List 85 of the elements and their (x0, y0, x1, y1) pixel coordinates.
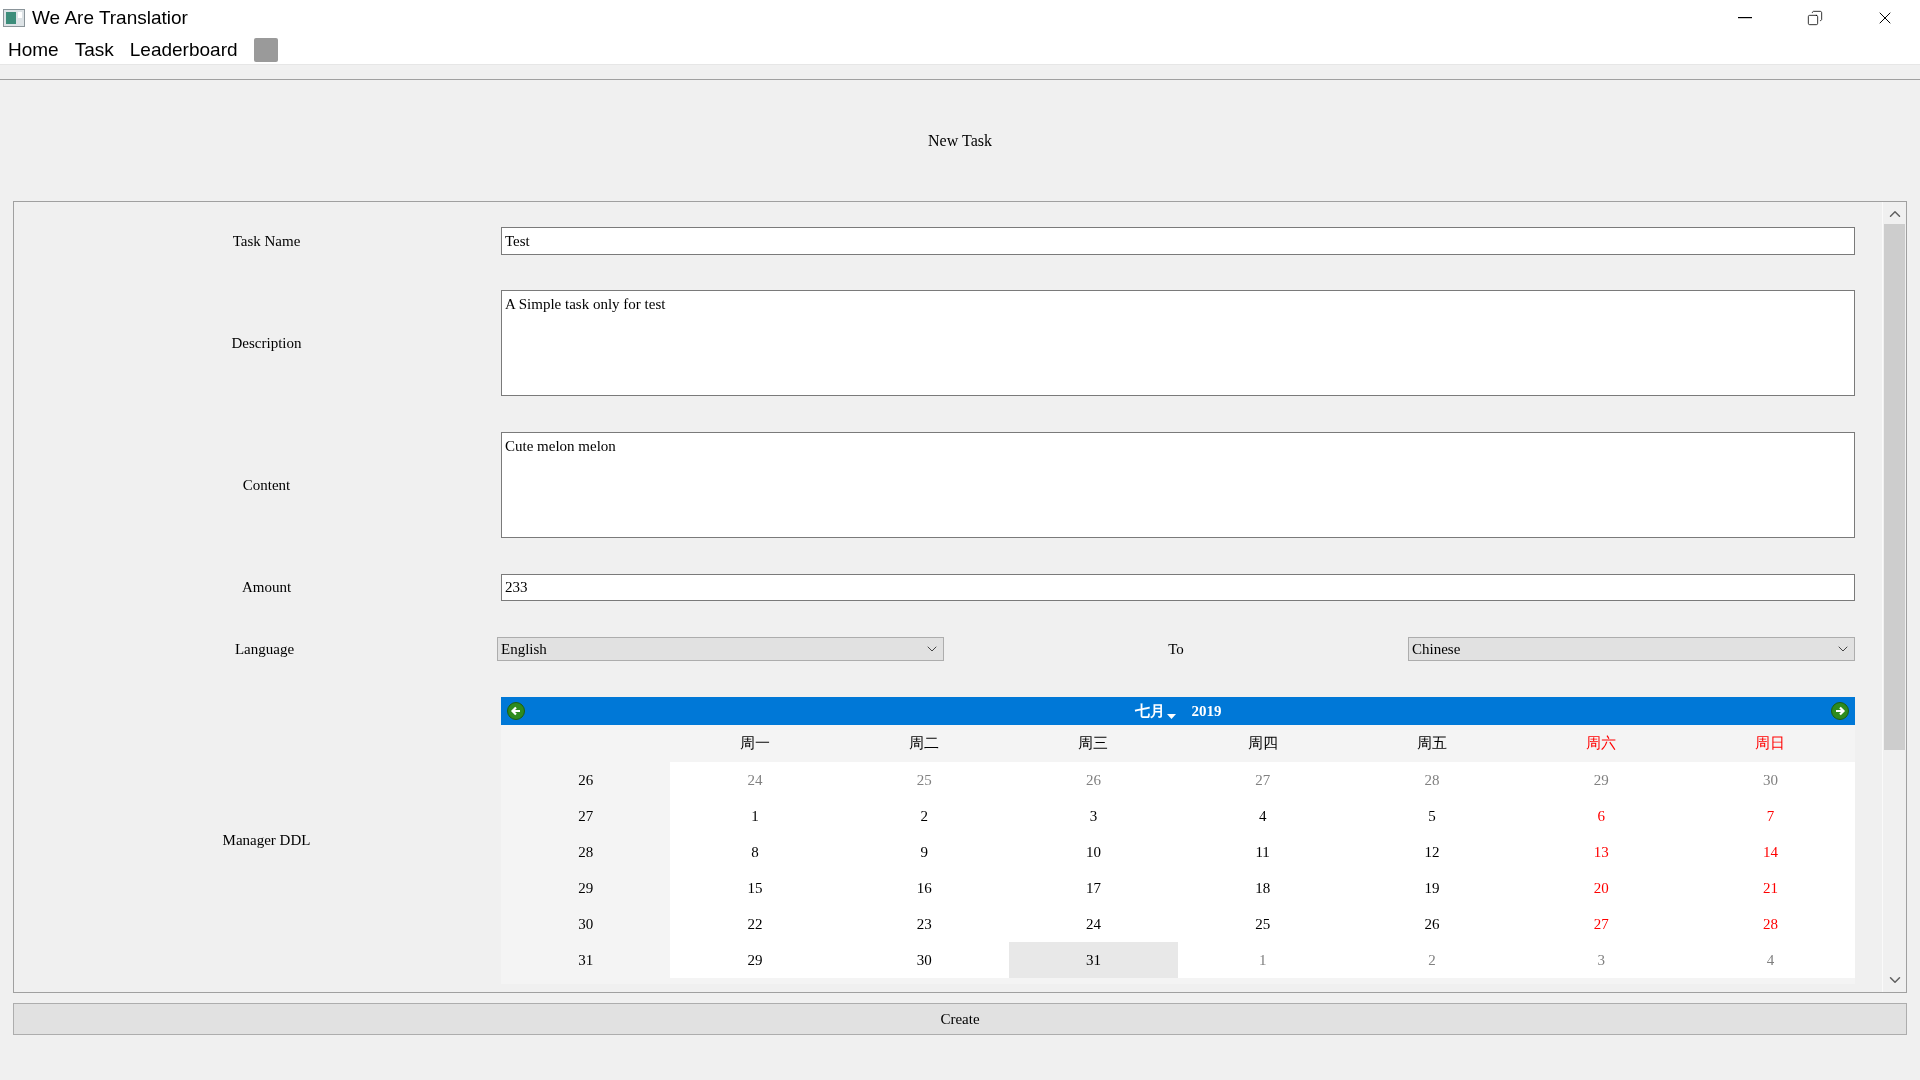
target-language-dropdown[interactable]: Chinese (1408, 637, 1855, 661)
calendar-day[interactable]: 30 (839, 942, 1009, 978)
calendar-day[interactable]: 13 (1516, 834, 1686, 870)
calendar-day[interactable]: 24 (1008, 906, 1178, 942)
calendar-day[interactable]: 11 (1178, 834, 1348, 870)
weekday-label: 周二 (909, 734, 940, 754)
calendar-day[interactable]: 4 (1685, 942, 1855, 978)
calendar-day[interactable]: 2 (1347, 942, 1517, 978)
content-label: Content (242, 475, 291, 495)
calendar-day[interactable]: 21 (1685, 870, 1855, 906)
manager-ddl-label: Manager DDL (222, 831, 311, 851)
calendar-day[interactable]: 16 (839, 870, 1009, 906)
calendar-day[interactable]: 27 (1178, 762, 1348, 798)
calendar-day[interactable]: 26 (1008, 762, 1178, 798)
calendar-day[interactable]: 5 (1347, 798, 1517, 834)
calendar-day[interactable]: 20 (1516, 870, 1686, 906)
amount-field[interactable]: 233 (501, 574, 1855, 601)
menu-item[interactable]: Leaderboard (129, 35, 238, 65)
calendar-day[interactable]: 12 (1347, 834, 1517, 870)
calendar-day[interactable]: 22 (670, 906, 840, 942)
calendar-day[interactable]: 14 (1685, 834, 1855, 870)
calendar-day[interactable]: 1 (1178, 942, 1348, 978)
scrollbar[interactable] (1882, 202, 1906, 992)
year-label[interactable]: 2019 (1191, 699, 1222, 723)
next-month-icon[interactable] (1831, 702, 1849, 720)
description-label: Description (231, 333, 302, 353)
calendar-day[interactable]: 8 (670, 834, 840, 870)
caret-icon (1166, 714, 1176, 721)
calendar-day[interactable]: 26 (1347, 906, 1517, 942)
calendar-day[interactable]: 30 (1685, 762, 1855, 798)
calendar-day[interactable]: 1 (670, 798, 840, 834)
calendar-day[interactable]: 23 (839, 906, 1009, 942)
calendar-day[interactable]: 2 (839, 798, 1009, 834)
amount-label: Amount (241, 578, 292, 598)
calendar-day[interactable]: 3 (1516, 942, 1686, 978)
weekday-label: 周五 (1416, 734, 1447, 754)
app-icon (3, 9, 25, 27)
description-field[interactable]: A Simple task only for test (501, 290, 1855, 396)
window-title: We Are Translatior (32, 5, 188, 30)
page-title: New Task (928, 130, 992, 151)
week-number: 31 (578, 950, 594, 970)
calendar-day[interactable]: 4 (1178, 798, 1348, 834)
calendar-day[interactable]: 27 (1516, 906, 1686, 942)
weekday-label: 周三 (1078, 734, 1109, 754)
calendar-day[interactable]: 25 (839, 762, 1009, 798)
calendar-day[interactable]: 3 (1008, 798, 1178, 834)
calendar-day[interactable]: 10 (1008, 834, 1178, 870)
weekday-label: 周六 (1586, 734, 1617, 754)
calendar-day[interactable]: 28 (1347, 762, 1517, 798)
minimize-icon (1738, 17, 1752, 19)
week-number: 27 (578, 806, 594, 826)
week-number: 30 (578, 914, 594, 934)
menu-item[interactable]: Home (8, 35, 59, 65)
calendar-day[interactable]: 9 (839, 834, 1009, 870)
calendar-day[interactable]: 15 (670, 870, 840, 906)
previous-month-icon[interactable] (507, 702, 525, 720)
weekday-label: 周日 (1755, 734, 1786, 754)
to-label: To (1168, 639, 1184, 659)
calendar-day[interactable]: 19 (1347, 870, 1517, 906)
task-name-label: Task Name (232, 231, 301, 251)
task-name-field[interactable]: Test (501, 227, 1855, 255)
month-dropdown[interactable]: 七月 (1134, 699, 1176, 723)
week-number: 26 (578, 770, 594, 790)
avatar-placeholder[interactable] (253, 38, 278, 62)
calendar-day[interactable]: 17 (1008, 870, 1178, 906)
calendar-day[interactable]: 18 (1178, 870, 1348, 906)
calendar-day[interactable]: 29 (670, 942, 840, 978)
language-label: Language (234, 639, 295, 659)
create-button[interactable]: Create (13, 1003, 1907, 1035)
weekday-label: 周一 (739, 734, 770, 754)
calendar-day[interactable]: 25 (1178, 906, 1348, 942)
calendar-day[interactable]: 24 (670, 762, 840, 798)
week-number: 29 (578, 878, 594, 898)
menu-item[interactable]: Task (74, 35, 114, 65)
calendar-day[interactable]: 28 (1685, 906, 1855, 942)
source-language-dropdown[interactable]: English (497, 637, 944, 661)
weekday-label: 周四 (1247, 734, 1278, 754)
restore-icon (1807, 10, 1823, 26)
scrollbar-thumb[interactable] (1884, 224, 1905, 750)
calendar-day[interactable]: 6 (1516, 798, 1686, 834)
calendar-day[interactable]: 29 (1516, 762, 1686, 798)
calendar-day[interactable]: 7 (1685, 798, 1855, 834)
week-number: 28 (578, 842, 594, 862)
calendar-day[interactable]: 31 (1008, 942, 1178, 978)
content-field[interactable]: Cute melon melon (501, 432, 1855, 538)
